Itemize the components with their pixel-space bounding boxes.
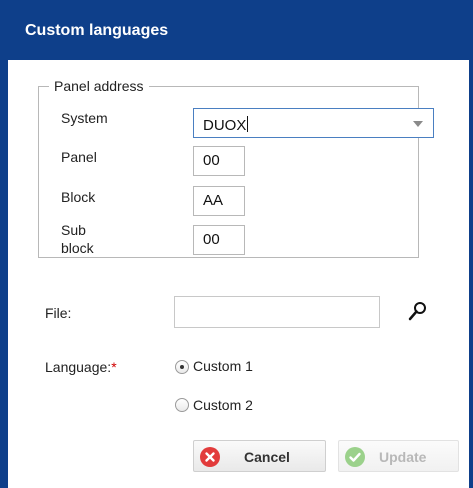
- panel-label: Panel: [61, 149, 97, 165]
- cancel-button[interactable]: Cancel: [193, 440, 326, 472]
- file-label: File:: [45, 305, 72, 321]
- dialog-title: Custom languages: [25, 22, 169, 39]
- system-select[interactable]: DUOX: [193, 108, 434, 138]
- block-input[interactable]: AA: [193, 186, 245, 216]
- dialog-right-border: [469, 60, 473, 488]
- update-button[interactable]: Update: [338, 440, 459, 472]
- block-label: Block: [61, 189, 96, 205]
- cancel-button-label: Cancel: [244, 449, 290, 465]
- sub-block-input[interactable]: 00: [193, 225, 245, 255]
- language-label: Language:*: [45, 359, 117, 376]
- sub-block-label-line2: block: [61, 240, 94, 256]
- chevron-down-icon[interactable]: [413, 121, 423, 127]
- close-icon: [200, 447, 220, 467]
- radio-selected-dot: [180, 365, 184, 369]
- file-input[interactable]: [174, 296, 380, 328]
- radio-custom-2-label: Custom 2: [193, 397, 253, 413]
- radio-custom-2[interactable]: [175, 398, 189, 412]
- panel-address-legend: Panel address: [54, 78, 144, 94]
- update-button-label: Update: [379, 449, 427, 465]
- dialog-title-bar: Custom languages: [0, 0, 473, 60]
- system-select-value: DUOX: [203, 116, 249, 134]
- radio-custom-1-label: Custom 1: [193, 358, 253, 374]
- radio-custom-1[interactable]: [175, 360, 189, 374]
- dialog-left-border: [0, 60, 8, 488]
- language-label-text: Language:: [45, 359, 112, 375]
- text-cursor: [247, 116, 249, 132]
- system-label: System: [61, 110, 108, 126]
- panel-input[interactable]: 00: [193, 146, 245, 176]
- required-marker: *: [111, 359, 117, 375]
- check-icon: [345, 447, 365, 467]
- search-icon[interactable]: [407, 299, 429, 323]
- sub-block-label-line1: Sub: [61, 222, 86, 238]
- custom-languages-dialog: Custom languages Panel address System DU…: [0, 0, 473, 488]
